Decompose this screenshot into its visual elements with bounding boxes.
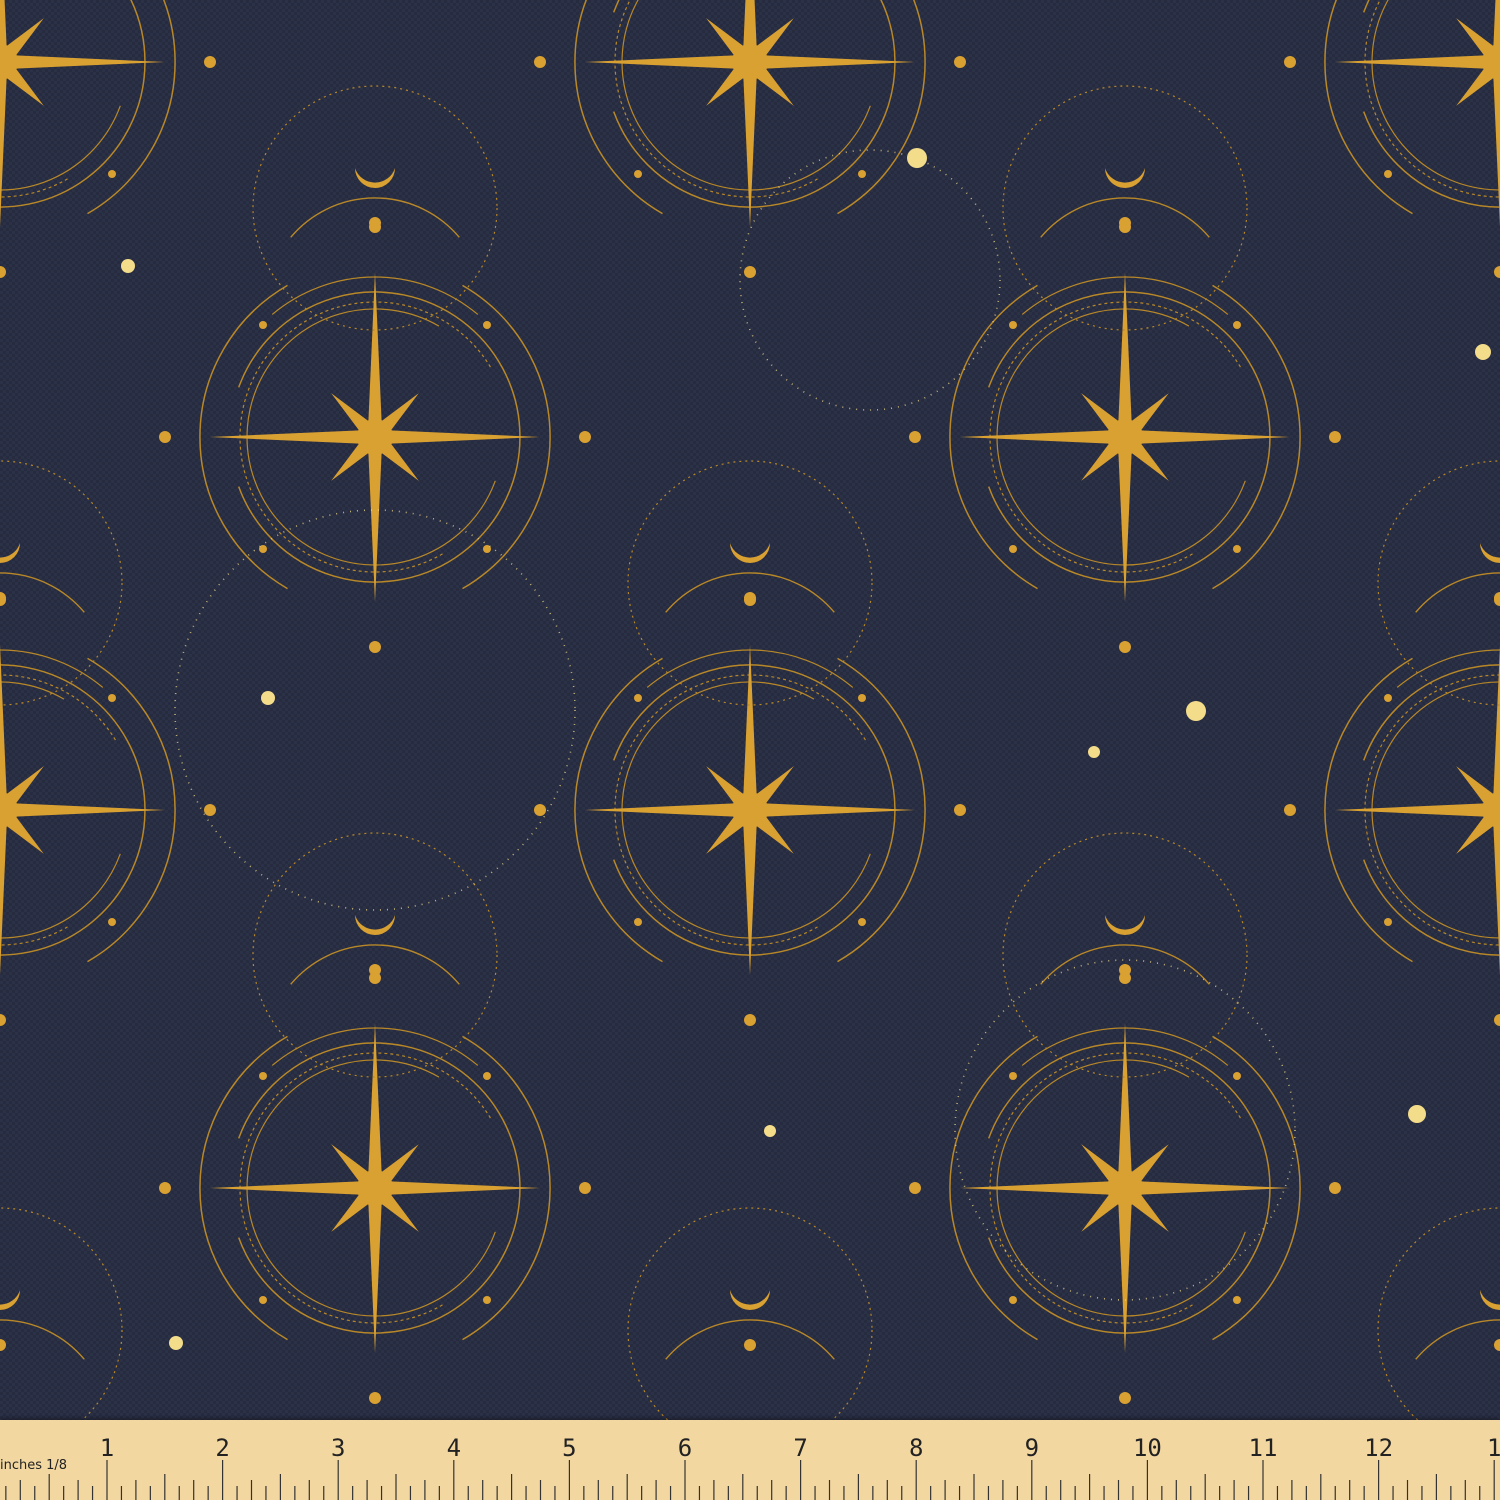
diagonal-dot: [858, 170, 866, 178]
moon-dot: [1119, 964, 1131, 976]
moon-dot: [744, 1339, 756, 1351]
diagonal-dot: [259, 1296, 267, 1304]
ruler-number: 5: [562, 1434, 576, 1462]
moon-dot: [744, 592, 756, 604]
ruler-number: 1: [100, 1434, 114, 1462]
planet-dot: [1408, 1105, 1426, 1123]
ruler-number: 9: [1025, 1434, 1039, 1462]
cardinal-dot: [369, 641, 381, 653]
star-center: [357, 419, 393, 455]
ruler-unit-label: inches 1/8: [0, 1458, 67, 1473]
diagonal-dot: [108, 694, 116, 702]
moon-dot: [369, 964, 381, 976]
cardinal-dot: [1119, 641, 1131, 653]
cardinal-dot: [1329, 1182, 1341, 1194]
diagonal-dot: [483, 321, 491, 329]
ruler-number: 11: [1249, 1434, 1278, 1462]
cardinal-dot: [744, 266, 756, 278]
diagonal-dot: [1233, 1072, 1241, 1080]
moon-dot: [1119, 217, 1131, 229]
cardinal-dot: [954, 56, 966, 68]
diagonal-dot: [1233, 321, 1241, 329]
star-center: [732, 44, 768, 80]
cardinal-dot: [579, 1182, 591, 1194]
ruler-number: 4: [447, 1434, 461, 1462]
ruler-number: 10: [1133, 1434, 1162, 1462]
planet-dot: [169, 1336, 183, 1350]
diagonal-dot: [1009, 321, 1017, 329]
measuring-ruler: 1 2 3 4 5 6 7 8 9 10 11 12 1 inches 1/8: [0, 1420, 1500, 1500]
cardinal-dot: [1284, 804, 1296, 816]
ruler-number: 3: [331, 1434, 345, 1462]
cardinal-dot: [204, 56, 216, 68]
diagonal-dot: [1384, 170, 1392, 178]
fabric-swatch: 1 2 3 4 5 6 7 8 9 10 11 12 1 inches 1/8: [0, 0, 1500, 1500]
diagonal-dot: [1009, 545, 1017, 553]
star-center: [732, 792, 768, 828]
planet-dot: [764, 1125, 776, 1137]
cardinal-dot: [744, 1014, 756, 1026]
diagonal-dot: [108, 918, 116, 926]
planet-dot: [121, 259, 135, 273]
ruler-number: 2: [215, 1434, 229, 1462]
planet-dot: [1475, 344, 1491, 360]
diagonal-dot: [1233, 1296, 1241, 1304]
cardinal-dot: [204, 804, 216, 816]
star-center: [357, 1170, 393, 1206]
star-center: [1107, 419, 1143, 455]
cardinal-dot: [159, 431, 171, 443]
diagonal-dot: [108, 170, 116, 178]
planet-dot: [1088, 746, 1100, 758]
cardinal-dot: [909, 431, 921, 443]
cardinal-dot: [369, 1392, 381, 1404]
diagonal-dot: [259, 1072, 267, 1080]
diagonal-dot: [634, 918, 642, 926]
diagonal-dot: [1009, 1072, 1017, 1080]
ruler-number: 6: [678, 1434, 692, 1462]
cardinal-dot: [1329, 431, 1341, 443]
cardinal-dot: [1284, 56, 1296, 68]
cardinal-dot: [159, 1182, 171, 1194]
planet-dot: [907, 148, 927, 168]
cardinal-dot: [954, 804, 966, 816]
diagonal-dot: [1233, 545, 1241, 553]
diagonal-dot: [483, 1072, 491, 1080]
cardinal-dot: [579, 431, 591, 443]
diagonal-dot: [858, 694, 866, 702]
diagonal-dot: [634, 170, 642, 178]
ruler-number: 1: [1487, 1434, 1500, 1462]
ruler-number: 12: [1364, 1434, 1393, 1462]
diagonal-dot: [1009, 1296, 1017, 1304]
diagonal-dot: [1384, 694, 1392, 702]
cardinal-dot: [1119, 1392, 1131, 1404]
diagonal-dot: [1384, 918, 1392, 926]
planet-dot: [261, 691, 275, 705]
cardinal-dot: [534, 804, 546, 816]
cardinal-dot: [534, 56, 546, 68]
diagonal-dot: [483, 1296, 491, 1304]
planet-dot: [1186, 701, 1206, 721]
ruler-number: 8: [909, 1434, 923, 1462]
star-center: [1107, 1170, 1143, 1206]
diagonal-dot: [858, 918, 866, 926]
cardinal-dot: [909, 1182, 921, 1194]
ruler-number: 7: [793, 1434, 807, 1462]
diagonal-dot: [259, 321, 267, 329]
moon-dot: [369, 217, 381, 229]
diagonal-dot: [634, 694, 642, 702]
fabric-pattern: [0, 0, 1500, 1500]
